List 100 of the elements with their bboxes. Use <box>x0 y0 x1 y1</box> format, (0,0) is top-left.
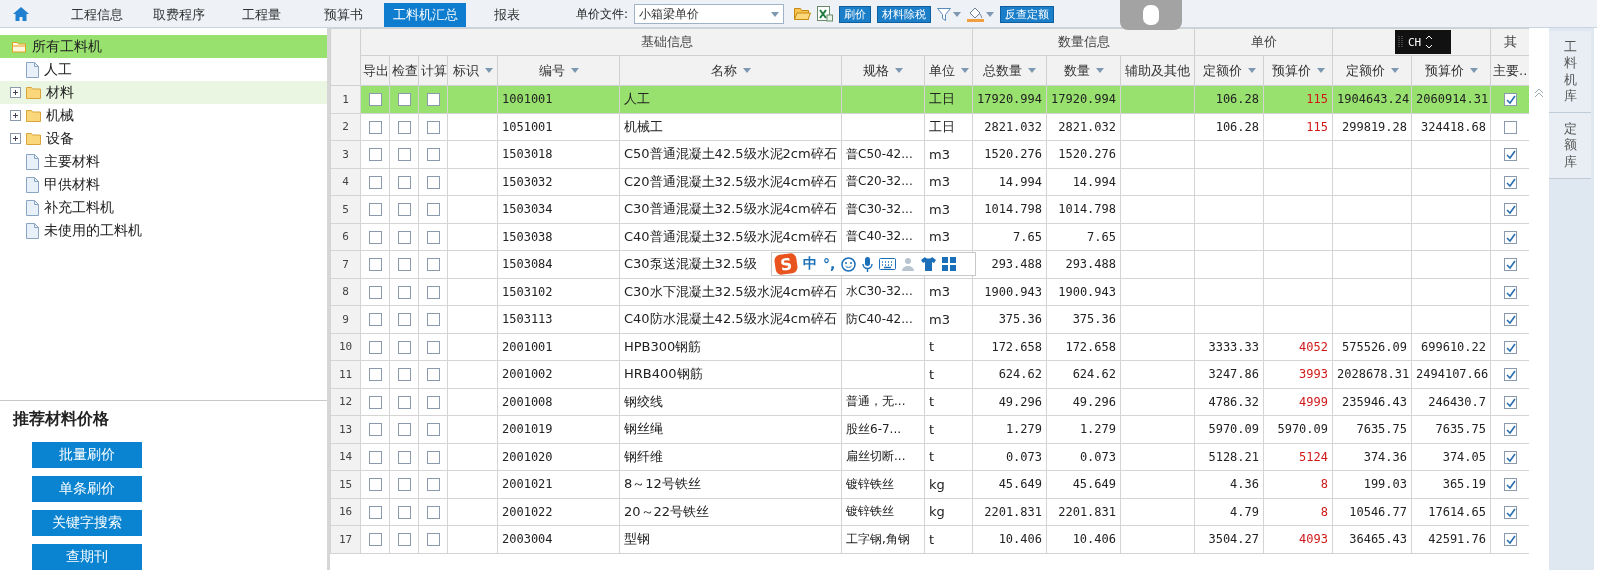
checkbox[interactable] <box>397 478 411 492</box>
table-row[interactable]: 17 2003004 型钢 工字钢,角钢 t 10.406 10.406 3504.27 4093 36465.43 42591.76 <box>330 525 1529 553</box>
spreadsheet-icon[interactable] <box>817 6 834 22</box>
checkbox[interactable] <box>397 258 411 272</box>
paint-bucket-icon[interactable] <box>967 6 985 22</box>
tab[interactable]: 工程信息 <box>56 3 138 27</box>
table-row[interactable]: 15 2001021 8～12号铁丝 镀锌铁丝 kg 45.649 45.649 4.36 8 199.03 365.19 <box>330 470 1529 498</box>
table-row[interactable]: 8 1503102 C30水下混凝土32.5级水泥4cm碎石 水C30-32... m3 1900.943 1900.943 <box>330 278 1529 306</box>
filter-icon[interactable] <box>937 7 952 21</box>
action-button[interactable]: 单条刷价 <box>32 476 142 502</box>
checkbox[interactable] <box>426 533 440 547</box>
checkbox[interactable] <box>426 313 440 327</box>
checkbox[interactable] <box>1503 395 1517 409</box>
expand-icon[interactable] <box>10 87 21 98</box>
toolbar-button[interactable]: 反查定额 <box>1000 5 1055 23</box>
checkbox[interactable] <box>397 175 411 189</box>
tree-item[interactable]: 补充工料机 <box>0 196 327 219</box>
checkbox[interactable] <box>426 203 440 217</box>
checkbox[interactable] <box>1503 203 1517 217</box>
side-tab[interactable]: 定额库 <box>1549 113 1591 179</box>
checkbox[interactable] <box>368 93 382 107</box>
checkbox[interactable] <box>397 148 411 162</box>
checkbox[interactable] <box>368 258 382 272</box>
checkbox[interactable] <box>426 175 440 189</box>
table-row[interactable]: 9 1503113 C40防水混凝土42.5级水泥4cm碎石 防C40-42... m3 375.36 375.36 <box>330 305 1529 333</box>
keyboard-icon[interactable] <box>879 258 897 270</box>
table-row[interactable]: 4 1503032 C20普通混凝土32.5级水泥4cm碎石 普C20-32... m3 14.994 14.994 <box>330 168 1529 196</box>
checkbox[interactable] <box>368 505 382 519</box>
column-header[interactable]: 预算价 <box>1411 55 1491 86</box>
checkbox[interactable] <box>426 230 440 244</box>
column-header[interactable]: 定额价 <box>1332 55 1412 86</box>
ime-mode[interactable]: 中 <box>803 255 817 273</box>
tree-item[interactable]: 人工 <box>0 58 327 81</box>
column-header[interactable]: 编号 <box>497 55 620 86</box>
checkbox[interactable] <box>426 93 440 107</box>
drag-tab[interactable] <box>1120 0 1182 30</box>
price-file-dropdown[interactable]: 小箱梁单价 <box>634 4 785 24</box>
tree-item[interactable]: 所有工料机 <box>0 35 327 58</box>
table-row[interactable]: 13 2001019 钢丝绳 股丝6-7... t 1.279 1.279 5970.09 5970.09 7635.75 7635.75 <box>330 415 1529 443</box>
checkbox[interactable] <box>397 230 411 244</box>
tab[interactable]: 取费程序 <box>138 3 220 27</box>
checkbox[interactable] <box>368 148 382 162</box>
checkbox[interactable] <box>426 340 440 354</box>
tree-item[interactable]: 机械 <box>0 104 327 127</box>
checkbox[interactable] <box>397 203 411 217</box>
checkbox[interactable] <box>397 395 411 409</box>
checkbox[interactable] <box>426 285 440 299</box>
table-row[interactable]: 10 2001001 HPB300钢筋 t 172.658 172.658 3333.33 4052 575526.09 699610.22 <box>330 333 1529 361</box>
checkbox[interactable] <box>1503 285 1517 299</box>
checkbox[interactable] <box>397 340 411 354</box>
checkbox[interactable] <box>397 313 411 327</box>
checkbox[interactable] <box>1503 368 1517 382</box>
expand-icon[interactable] <box>10 133 21 144</box>
checkbox[interactable] <box>426 148 440 162</box>
column-header[interactable]: 标识 <box>447 55 498 86</box>
action-button[interactable]: 批量刷价 <box>32 442 142 468</box>
checkbox[interactable] <box>368 395 382 409</box>
table-row[interactable]: 12 2001008 钢绞线 普通，无... t 49.296 49.296 4786.32 4999 235946.43 246430.7 <box>330 388 1529 416</box>
table-row[interactable]: 1 1001001 人工 工日 17920.994 17920.994 106.28 115 1904643.24 2060914.31 <box>330 85 1529 113</box>
checkbox[interactable] <box>1503 93 1517 107</box>
checkbox[interactable] <box>397 450 411 464</box>
checkbox[interactable] <box>397 285 411 299</box>
column-header[interactable]: 名称 <box>619 55 842 86</box>
checkbox[interactable] <box>368 120 382 134</box>
action-button[interactable]: 查期刊 <box>32 544 142 570</box>
tab[interactable]: 预算书 <box>302 3 384 27</box>
ime-punctuation[interactable]: °, <box>823 256 836 272</box>
tree-item[interactable]: 设备 <box>0 127 327 150</box>
checkbox[interactable] <box>426 505 440 519</box>
checkbox[interactable] <box>368 285 382 299</box>
checkbox[interactable] <box>1503 258 1517 272</box>
checkbox[interactable] <box>368 423 382 437</box>
action-button[interactable]: 关键字搜索 <box>32 510 142 536</box>
scroll-up-icon[interactable] <box>1534 88 1544 98</box>
tree-item[interactable]: 主要材料 <box>0 150 327 173</box>
checkbox[interactable] <box>1503 230 1517 244</box>
expand-icon[interactable] <box>10 110 21 121</box>
checkbox[interactable] <box>368 368 382 382</box>
checkbox[interactable] <box>397 93 411 107</box>
checkbox[interactable] <box>1503 175 1517 189</box>
checkbox[interactable] <box>1503 423 1517 437</box>
checkbox[interactable] <box>426 478 440 492</box>
checkbox[interactable] <box>397 423 411 437</box>
table-row[interactable]: 14 2001020 钢纤维 扁丝切断... t 0.073 0.073 5128.21 5124 374.36 374.05 <box>330 443 1529 471</box>
checkbox[interactable] <box>1503 340 1517 354</box>
checkbox[interactable] <box>1503 120 1517 134</box>
checkbox[interactable] <box>368 175 382 189</box>
checkbox[interactable] <box>368 230 382 244</box>
checkbox[interactable] <box>368 533 382 547</box>
column-header[interactable]: 定额价 <box>1194 55 1264 86</box>
language-indicator[interactable]: CH <box>1395 30 1451 54</box>
checkbox[interactable] <box>426 450 440 464</box>
checkbox[interactable] <box>1503 148 1517 162</box>
table-row[interactable]: 2 1051001 机械工 工日 2821.032 2821.032 106.28 115 299819.28 324418.68 <box>330 113 1529 141</box>
checkbox[interactable] <box>426 368 440 382</box>
checkbox[interactable] <box>1503 505 1517 519</box>
checkbox[interactable] <box>426 423 440 437</box>
user-icon[interactable] <box>902 257 916 271</box>
shirt-icon[interactable] <box>921 257 937 271</box>
up-down-icon[interactable] <box>1425 34 1434 50</box>
